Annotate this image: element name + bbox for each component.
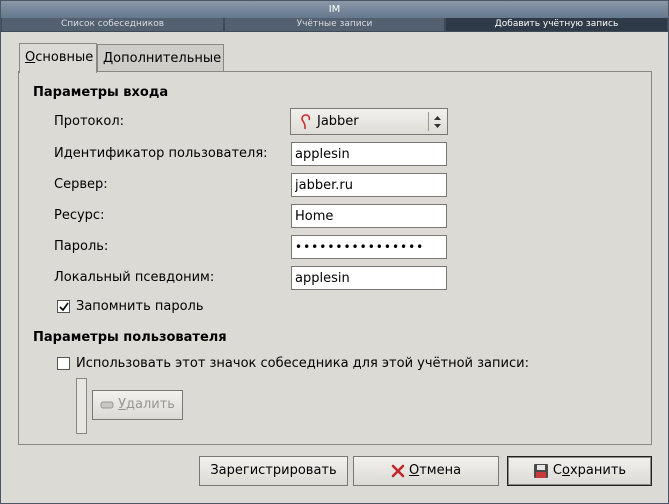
resource-label: Ресурс:: [54, 208, 105, 223]
alias-input[interactable]: [291, 266, 447, 290]
combo-separator: [428, 112, 429, 131]
username-input[interactable]: [291, 142, 447, 166]
jabber-bulb-icon: [301, 114, 311, 129]
use-buddy-icon-checkbox[interactable]: [57, 357, 70, 370]
cancel-button[interactable]: Отмена: [353, 456, 499, 486]
remove-label: далить: [125, 397, 175, 412]
protocol-label: Протокол:: [54, 114, 125, 129]
protocol-value: Jabber: [317, 114, 359, 129]
login-section-title: Параметры входа: [33, 85, 169, 100]
alias-label: Локальный псевдоним:: [54, 270, 215, 285]
combo-updown-icon: [434, 116, 441, 128]
tab-basic-label: сновные: [35, 50, 94, 65]
save-button[interactable]: Сохранить: [507, 456, 652, 486]
save-label: хранить: [569, 463, 627, 478]
password-input[interactable]: [291, 235, 447, 259]
checkmark-icon: [59, 302, 69, 312]
tab-basic[interactable]: Основные: [19, 43, 97, 73]
floppy-save-icon: [533, 463, 548, 478]
save-prefix: С: [552, 463, 562, 478]
window-title: IM: [1, 1, 668, 18]
remember-password-label[interactable]: Запомнить пароль: [76, 299, 204, 314]
server-input[interactable]: [291, 173, 447, 197]
protocol-select[interactable]: Jabber: [290, 108, 448, 135]
eraser-icon: [100, 401, 114, 408]
remember-password-checkbox[interactable]: [57, 300, 70, 313]
tab-advanced[interactable]: Дополнительные: [97, 44, 224, 72]
cancel-mnemonic: О: [408, 463, 420, 478]
register-button[interactable]: Зарегистрировать: [199, 456, 348, 486]
tab-advanced-mnemonic: Д: [103, 51, 114, 66]
buddy-icon-preview: [76, 378, 87, 434]
cancel-x-icon: [391, 464, 405, 477]
window-tab-bar: Список собеседников Учётные записи Добав…: [1, 18, 668, 32]
username-label: Идентификатор пользователя:: [54, 146, 268, 161]
cancel-label: тмена: [419, 463, 462, 478]
user-section-title: Параметры пользователя: [33, 330, 227, 345]
tab-add-account[interactable]: Добавить учётную запись: [445, 18, 668, 32]
remove-mnemonic: У: [118, 397, 126, 412]
basic-options-panel: Параметры входа Протокол: Jabber Идентиф…: [18, 71, 652, 445]
tab-buddy-list[interactable]: Список собеседников: [1, 18, 224, 32]
tab-basic-mnemonic: О: [25, 50, 36, 65]
remove-icon-button[interactable]: Удалить: [92, 390, 183, 420]
save-mnemonic: о: [562, 463, 570, 478]
im-window: IM Список собеседников Учётные записи До…: [0, 0, 669, 504]
resource-input[interactable]: [291, 204, 447, 228]
tab-accounts[interactable]: Учётные записи: [224, 18, 445, 32]
tab-advanced-label: ополнительные: [113, 51, 222, 66]
server-label: Сервер:: [54, 177, 108, 192]
use-buddy-icon-label[interactable]: Использовать этот значок собеседника для…: [76, 356, 529, 371]
password-label: Пароль:: [54, 239, 109, 254]
